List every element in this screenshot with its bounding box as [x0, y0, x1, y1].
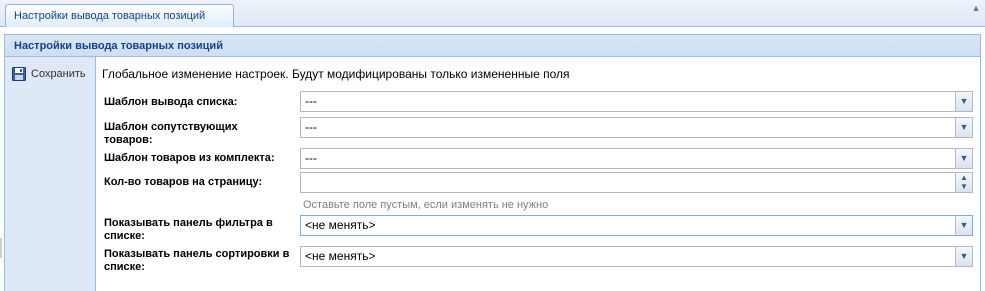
side-toolbar: Сохранить [5, 57, 96, 291]
kit-template-label: Шаблон товаров из комплекта: [104, 152, 275, 164]
settings-panel: Настройки вывода товарных позиций Сохран… [4, 34, 981, 291]
sort-panel-label: Показывать панель сортировки в списке: [104, 248, 290, 273]
sort-panel-select[interactable]: <не менять> ▼ [300, 246, 973, 267]
list-template-select[interactable]: --- ▼ [300, 91, 973, 112]
floppy-disk-icon [12, 67, 26, 81]
related-template-label: Шаблон сопутствующих товаров: [104, 121, 238, 146]
collapse-icon[interactable]: ▴ [969, 2, 983, 16]
kit-template-value: --- [305, 151, 317, 165]
panel-title: Настройки вывода товарных позиций [5, 35, 980, 57]
per-page-label: Кол-во товаров на страницу: [104, 176, 263, 188]
chevron-down-icon[interactable]: ▼ [955, 149, 972, 168]
related-template-select[interactable]: --- ▼ [300, 117, 973, 138]
list-template-label: Шаблон вывода списка: [104, 96, 238, 108]
filter-panel-select[interactable]: <не менять> ▼ [300, 215, 973, 236]
chevron-down-icon[interactable]: ▼ [955, 118, 972, 137]
per-page-hint: Оставьте поле пустым, если изменять не н… [303, 199, 549, 211]
kit-template-select[interactable]: --- ▼ [300, 148, 973, 169]
chevron-down-icon[interactable]: ▼ [955, 216, 972, 235]
filter-panel-value: <не менять> [305, 218, 376, 232]
list-template-value: --- [305, 94, 317, 108]
spin-up-icon[interactable]: ▲ [956, 173, 972, 182]
filter-panel-label: Показывать панель фильтра в списке: [104, 217, 273, 242]
chevron-down-icon[interactable]: ▼ [955, 92, 972, 111]
per-page-input[interactable]: ▲ ▼ [300, 172, 973, 193]
spin-down-icon[interactable]: ▼ [956, 182, 972, 191]
tab-settings[interactable]: Настройки вывода товарных позиций [5, 4, 234, 27]
related-template-value: --- [305, 120, 317, 134]
tab-strip: Настройки вывода товарных позиций ▴ [0, 0, 985, 27]
edge-mark [0, 238, 2, 258]
spinner[interactable]: ▲ ▼ [955, 173, 972, 192]
save-button-label: Сохранить [31, 68, 86, 80]
global-notice: Глобальное изменение настроек. Будут мод… [102, 67, 570, 81]
sort-panel-value: <не менять> [305, 249, 376, 263]
save-button[interactable]: Сохранить [12, 65, 86, 83]
chevron-down-icon[interactable]: ▼ [955, 247, 972, 266]
